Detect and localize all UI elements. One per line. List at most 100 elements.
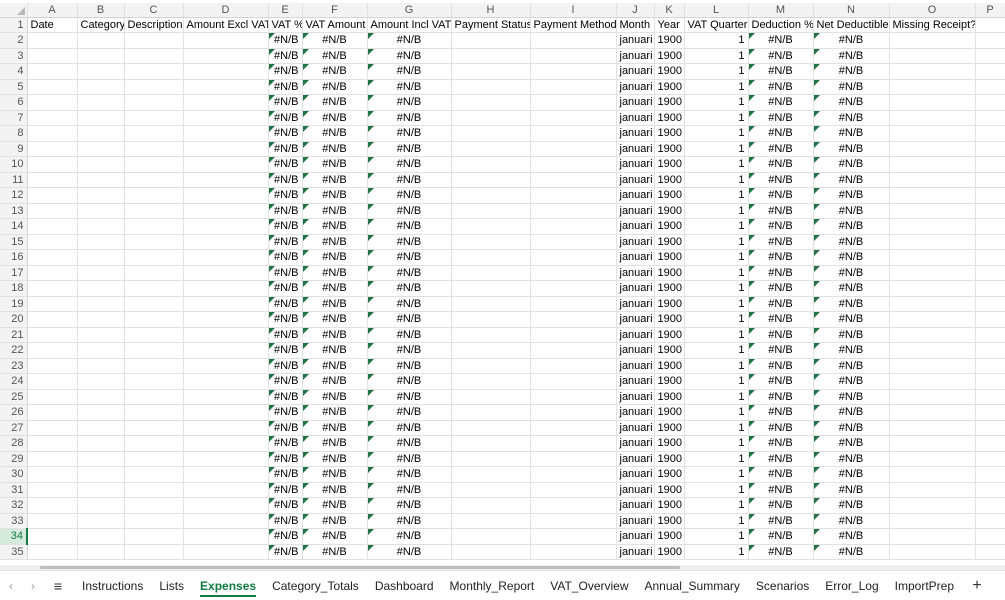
- cell[interactable]: [889, 280, 976, 297]
- cell[interactable]: 1900: [654, 280, 685, 297]
- error-cell[interactable]: #N/B: [268, 187, 303, 204]
- cell[interactable]: [77, 125, 125, 142]
- cell[interactable]: [530, 311, 617, 328]
- cell[interactable]: [889, 513, 976, 529]
- cell[interactable]: 1: [684, 342, 749, 359]
- error-cell[interactable]: #N/B: [748, 327, 814, 343]
- error-cell[interactable]: #N/B: [748, 234, 814, 250]
- cell[interactable]: [183, 280, 269, 297]
- sheet-tab-annual-summary[interactable]: Annual_Summary: [637, 573, 748, 599]
- error-cell[interactable]: #N/B: [367, 48, 452, 64]
- cell[interactable]: [77, 513, 125, 529]
- cell[interactable]: [183, 48, 269, 64]
- cell[interactable]: 1: [684, 32, 749, 49]
- cell[interactable]: [124, 420, 184, 436]
- cell[interactable]: [451, 79, 531, 95]
- cell[interactable]: [451, 389, 531, 405]
- cell[interactable]: januari: [616, 420, 655, 436]
- error-cell[interactable]: #N/B: [813, 420, 890, 436]
- cell[interactable]: [889, 544, 976, 560]
- cell[interactable]: [530, 141, 617, 157]
- error-cell[interactable]: #N/B: [302, 497, 368, 514]
- row-header[interactable]: 34: [0, 528, 28, 545]
- column-header-g[interactable]: G: [367, 3, 452, 18]
- cell[interactable]: [975, 156, 1005, 173]
- cell[interactable]: [530, 435, 617, 452]
- cell[interactable]: [530, 265, 617, 281]
- spreadsheet-grid[interactable]: ABCDEFGHIJKLMNOP 1 Date Category Descriptio…: [0, 3, 1005, 560]
- sheet-tab-dashboard[interactable]: Dashboard: [367, 573, 442, 599]
- cell[interactable]: januari: [616, 110, 655, 126]
- error-cell[interactable]: #N/B: [268, 466, 303, 483]
- error-cell[interactable]: #N/B: [813, 280, 890, 297]
- cell[interactable]: 1: [684, 389, 749, 405]
- cell[interactable]: [530, 482, 617, 498]
- cell[interactable]: [530, 327, 617, 343]
- cell[interactable]: [183, 466, 269, 483]
- error-cell[interactable]: #N/B: [268, 172, 303, 188]
- cell[interactable]: [975, 404, 1005, 421]
- error-cell[interactable]: #N/B: [268, 342, 303, 359]
- cell[interactable]: [27, 203, 78, 219]
- error-cell[interactable]: #N/B: [748, 513, 814, 529]
- cell[interactable]: [77, 497, 125, 514]
- cell[interactable]: [530, 32, 617, 49]
- header-cell[interactable]: VAT %: [268, 17, 303, 33]
- cell[interactable]: [451, 125, 531, 142]
- error-cell[interactable]: #N/B: [302, 296, 368, 312]
- cell[interactable]: [975, 172, 1005, 188]
- cell[interactable]: [530, 187, 617, 204]
- error-cell[interactable]: #N/B: [748, 280, 814, 297]
- cell[interactable]: januari: [616, 373, 655, 390]
- cell[interactable]: [77, 389, 125, 405]
- cell[interactable]: [889, 203, 976, 219]
- error-cell[interactable]: #N/B: [302, 110, 368, 126]
- cell[interactable]: [975, 63, 1005, 80]
- cell[interactable]: [124, 249, 184, 266]
- cell[interactable]: [451, 203, 531, 219]
- cell[interactable]: [27, 234, 78, 250]
- cell[interactable]: [975, 280, 1005, 297]
- cell[interactable]: 1: [684, 497, 749, 514]
- cell[interactable]: [889, 389, 976, 405]
- row-header[interactable]: 33: [0, 513, 28, 529]
- error-cell[interactable]: #N/B: [367, 218, 452, 235]
- cell[interactable]: januari: [616, 48, 655, 64]
- cell[interactable]: 1: [684, 63, 749, 80]
- cell[interactable]: [27, 79, 78, 95]
- cell[interactable]: januari: [616, 218, 655, 235]
- error-cell[interactable]: #N/B: [367, 420, 452, 436]
- cell[interactable]: [77, 234, 125, 250]
- cell[interactable]: 1900: [654, 249, 685, 266]
- cell[interactable]: [77, 435, 125, 452]
- cell[interactable]: [124, 187, 184, 204]
- cell[interactable]: [124, 497, 184, 514]
- cell[interactable]: [77, 32, 125, 49]
- cell[interactable]: [975, 311, 1005, 328]
- select-all-corner[interactable]: [0, 3, 28, 18]
- row-header[interactable]: 15: [0, 234, 28, 250]
- cell[interactable]: [530, 404, 617, 421]
- error-cell[interactable]: #N/B: [268, 296, 303, 312]
- row-header[interactable]: 10: [0, 156, 28, 173]
- error-cell[interactable]: #N/B: [367, 265, 452, 281]
- error-cell[interactable]: #N/B: [813, 48, 890, 64]
- cell[interactable]: 1900: [654, 234, 685, 250]
- cell[interactable]: [975, 513, 1005, 529]
- error-cell[interactable]: #N/B: [748, 373, 814, 390]
- error-cell[interactable]: #N/B: [813, 172, 890, 188]
- cell[interactable]: [183, 234, 269, 250]
- error-cell[interactable]: #N/B: [268, 94, 303, 111]
- cell[interactable]: [451, 234, 531, 250]
- cell[interactable]: [183, 156, 269, 173]
- row-header[interactable]: 29: [0, 451, 28, 467]
- error-cell[interactable]: #N/B: [748, 187, 814, 204]
- cell[interactable]: [451, 94, 531, 111]
- error-cell[interactable]: #N/B: [813, 234, 890, 250]
- cell[interactable]: 1: [684, 435, 749, 452]
- error-cell[interactable]: #N/B: [813, 435, 890, 452]
- cell[interactable]: [124, 528, 184, 545]
- cell[interactable]: [889, 482, 976, 498]
- cell[interactable]: [77, 420, 125, 436]
- cell[interactable]: januari: [616, 63, 655, 80]
